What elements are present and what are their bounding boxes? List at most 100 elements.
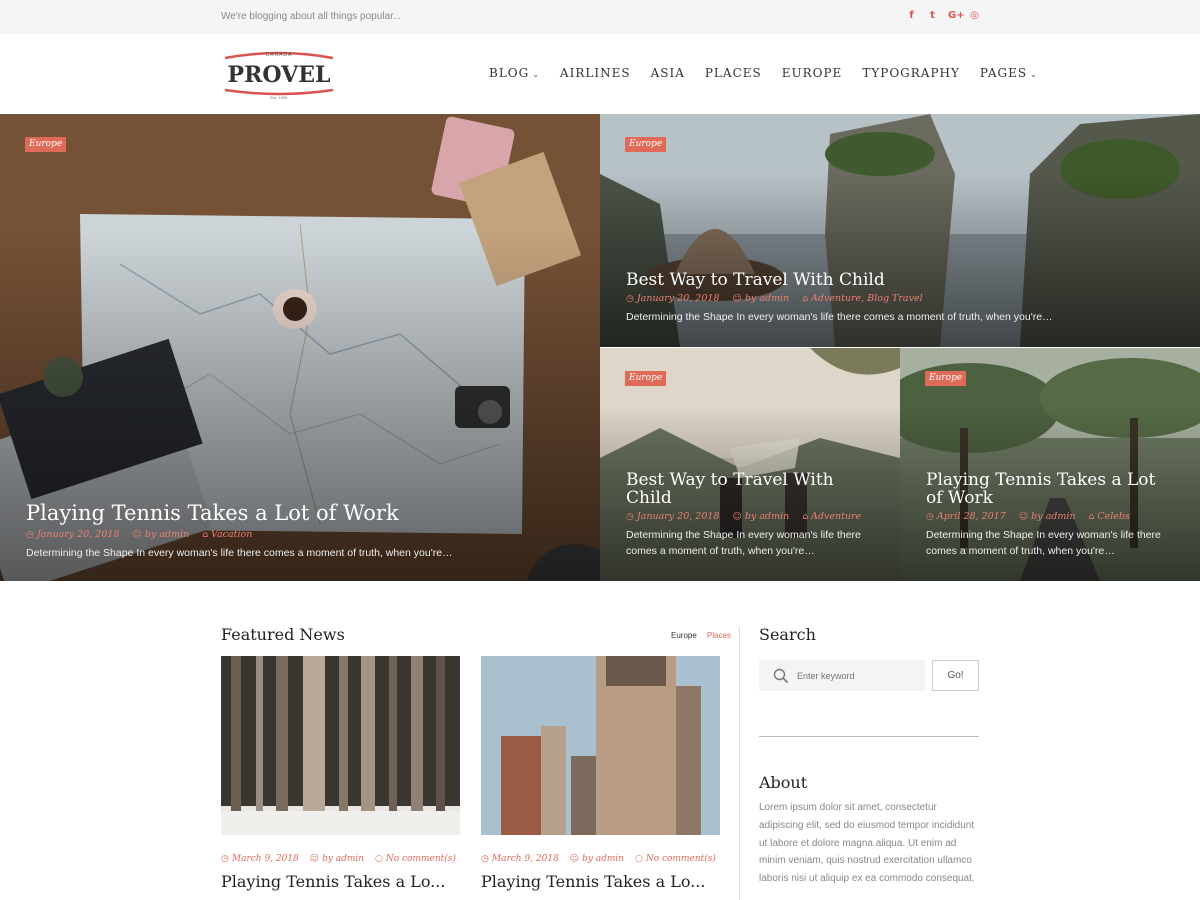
about-title: About — [759, 773, 808, 792]
hero-top-right-card[interactable]: Europe Best Way to Travel With Child ◷ Ja… — [600, 114, 1200, 347]
user-icon: ☺ — [1018, 512, 1029, 522]
post-comments[interactable]: No comment(s) — [646, 854, 716, 864]
nav-europe[interactable]: EUROPE — [782, 66, 843, 80]
post-title[interactable]: Playing Tennis Takes a Lo... — [221, 872, 445, 891]
nav-blog-label: BLOG — [489, 66, 530, 80]
post-author[interactable]: by admin — [745, 511, 789, 522]
user-icon: ☺ — [569, 854, 580, 864]
clock-icon: ◷ — [626, 294, 634, 304]
tab-places[interactable]: Places — [707, 631, 731, 640]
post-author[interactable]: by admin — [582, 854, 624, 864]
post-author[interactable]: by admin — [745, 293, 789, 304]
post-author[interactable]: by admin — [322, 854, 364, 864]
post-title[interactable]: Best Way to Travel With Child — [626, 471, 876, 507]
user-icon: ☺ — [132, 530, 142, 540]
post-excerpt: Determining the Shape In every woman's l… — [26, 547, 453, 559]
post-category[interactable]: Adventure — [811, 511, 861, 522]
tag-icon: ⌂ — [802, 294, 809, 304]
post-date: March 9, 2018 — [231, 854, 299, 864]
logo-name: PROVEL — [228, 62, 331, 88]
post-date: January 20, 2018 — [636, 511, 720, 522]
post-title[interactable]: Playing Tennis Takes a Lot of Work — [26, 501, 576, 525]
clock-icon: ◷ — [626, 512, 634, 522]
search-input[interactable] — [797, 660, 921, 691]
post-title[interactable]: Best Way to Travel With Child — [626, 271, 1176, 289]
post-meta: ◷ March 9, 2018 ☺ by admin ○ No comment(s) — [481, 854, 724, 864]
sidebar-divider — [759, 736, 979, 737]
nav-places[interactable]: PLACES — [705, 66, 762, 80]
chevron-down-icon: ⌄ — [532, 70, 540, 79]
facebook-icon[interactable]: f — [906, 10, 917, 22]
category-badge[interactable]: Europe — [925, 371, 967, 386]
featured-tabs: Europe Places — [663, 631, 731, 640]
logo-bottom-arc — [224, 88, 334, 96]
clock-icon: ◷ — [481, 854, 489, 864]
site-header: CANADA PROVEL Est. 1995 BLOG ⌄ AIRLINES A… — [0, 34, 1200, 114]
search-box — [759, 660, 925, 691]
social-links: f t G+ ◎ — [906, 10, 980, 22]
post-meta: ◷ January 20, 2018 ☺ by admin ⌂ Adventure — [626, 511, 876, 522]
nav-asia[interactable]: ASIA — [651, 66, 685, 80]
skyscraper-image[interactable] — [481, 656, 720, 835]
post-date: January 20, 2018 — [36, 529, 120, 540]
post-meta: ◷ January 20, 2018 ☺ by admin ⌂ Adventure, … — [626, 293, 1176, 304]
content-divider — [739, 627, 740, 900]
hero-bottom-middle-card[interactable]: Europe Best Way to Travel With Child ◷ Ja… — [600, 348, 900, 581]
category-badge[interactable]: Europe — [625, 137, 667, 152]
site-tagline: We're blogging about all things popular.… — [221, 11, 402, 22]
user-icon: ☺ — [732, 512, 742, 522]
instagram-icon[interactable]: ◎ — [969, 10, 980, 22]
nav-blog[interactable]: BLOG ⌄ — [489, 66, 540, 80]
search-title: Search — [759, 625, 816, 644]
post-excerpt: Determining the Shape In every woman's l… — [626, 311, 1053, 323]
clock-icon: ◷ — [926, 512, 934, 522]
main-nav: BLOG ⌄ AIRLINES ASIA PLACES EUROPE TYPOGR… — [489, 66, 1038, 80]
hero-bottom-middle-text: Best Way to Travel With Child ◷ January 2… — [626, 471, 876, 559]
google-plus-icon[interactable]: G+ — [948, 10, 965, 22]
hero-top-right-text: Best Way to Travel With Child ◷ January 2… — [626, 271, 1176, 325]
featured-news-title: Featured News — [221, 625, 345, 644]
post-category[interactable]: Celebs — [1097, 511, 1130, 522]
hero-bottom-right-text: Playing Tennis Takes a Lot of Work ◷ Apri… — [926, 471, 1176, 559]
post-date: April 28, 2017 — [936, 511, 1006, 522]
forest-image[interactable] — [221, 656, 460, 835]
post-meta: ◷ March 9, 2018 ☺ by admin ○ No comment(s) — [221, 854, 464, 864]
nav-pages[interactable]: PAGES ⌄ — [980, 66, 1038, 80]
post-excerpt: Determining the Shape In every woman's l… — [926, 529, 1161, 557]
clock-icon: ◷ — [26, 530, 34, 540]
post-excerpt: Determining the Shape In every woman's l… — [626, 529, 861, 557]
tag-icon: ⌂ — [202, 530, 209, 540]
skyscraper-svg — [481, 656, 720, 835]
post-category[interactable]: Vacation — [211, 529, 252, 540]
user-icon: ☺ — [309, 854, 320, 864]
post-comments[interactable]: No comment(s) — [386, 854, 456, 864]
post-author[interactable]: by admin — [145, 529, 189, 540]
post-meta: ◷ April 28, 2017 ☺ by admin ⌂ Celebs — [926, 511, 1176, 522]
category-badge[interactable]: Europe — [25, 137, 67, 152]
nav-airlines[interactable]: AIRLINES — [560, 66, 631, 80]
logo-est: Est. 1995 — [271, 95, 289, 100]
post-author[interactable]: by admin — [1031, 511, 1075, 522]
logo-top-text: CANADA — [266, 52, 293, 58]
hero-bottom-right-card[interactable]: Europe Playing Tennis Takes a Lot of Wor… — [900, 348, 1200, 581]
comment-icon: ○ — [634, 854, 643, 864]
forest-trees-svg — [221, 656, 460, 835]
about-text: Lorem ipsum dolor sit amet, consectetur … — [759, 802, 975, 885]
nav-typography[interactable]: TYPOGRAPHY — [862, 66, 960, 80]
site-logo[interactable]: CANADA PROVEL Est. 1995 — [221, 48, 337, 102]
top-bar: We're blogging about all things popular.… — [0, 0, 1200, 34]
post-category[interactable]: Adventure, Blog Travel — [811, 293, 923, 304]
tag-icon: ⌂ — [1088, 512, 1095, 522]
category-badge[interactable]: Europe — [625, 371, 667, 386]
search-button[interactable]: Go! — [932, 660, 979, 691]
hero-main-text: Playing Tennis Takes a Lot of Work ◷ Janu… — [26, 501, 576, 561]
twitter-icon[interactable]: t — [927, 10, 938, 22]
search-icon — [773, 668, 789, 684]
post-date: March 9, 2018 — [491, 854, 559, 864]
chevron-down-icon: ⌄ — [1030, 70, 1038, 79]
post-title[interactable]: Playing Tennis Takes a Lo... — [481, 872, 705, 891]
tab-europe[interactable]: Europe — [671, 631, 697, 640]
hero-main-card[interactable]: Europe Playing Tennis Takes a Lot of Wor… — [0, 114, 600, 581]
post-title[interactable]: Playing Tennis Takes a Lot of Work — [926, 471, 1176, 507]
user-icon: ☺ — [732, 294, 742, 304]
